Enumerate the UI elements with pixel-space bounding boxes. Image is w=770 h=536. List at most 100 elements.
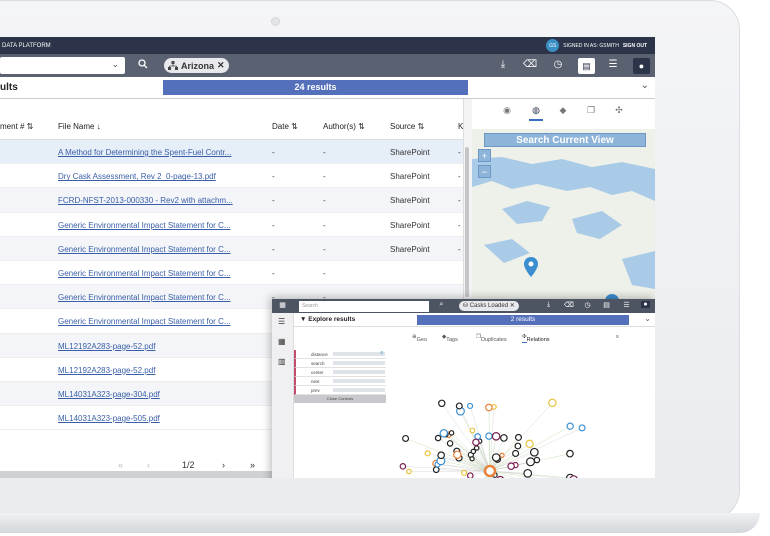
search-icon[interactable] [136,59,150,72]
relations-graph[interactable] [392,347,655,478]
upload-icon[interactable]: ⤓ [496,59,510,70]
eraser-icon[interactable]: ⌫ [564,301,574,309]
user-icon[interactable]: ● [641,301,650,308]
col-doc-number[interactable]: ment # ⇅ [0,122,33,131]
graph-control-row[interactable]: search [294,359,386,368]
search-current-view-button[interactable]: Search Current View [484,133,646,147]
tab-more[interactable]: s [616,334,619,340]
file-name-link[interactable]: Dry Cask Assessment, Rev 2_0-page-13.pdf [58,172,216,181]
table-row[interactable]: Generic Environmental Impact Statement f… [0,261,464,286]
search-icon[interactable]: ⌕ [437,301,446,309]
file-name-link[interactable]: Generic Environmental Impact Statement f… [58,317,231,326]
graph-hub-node[interactable] [483,464,497,478]
inset-filter-chip[interactable]: ⛁ Casks Loaded ✕ [459,301,519,311]
graph-node[interactable] [566,422,574,430]
col-source[interactable]: Source ⇅ [390,122,424,131]
graph-node[interactable] [500,434,508,442]
graph-node[interactable] [424,450,431,457]
explore-title[interactable]: ▼ Explore results [300,316,355,323]
graph-node[interactable] [406,468,412,475]
next-page-button[interactable]: › [222,460,225,470]
graph-node[interactable] [525,439,534,449]
filter-chip[interactable]: Arizona ✕ [164,58,229,73]
graph-node[interactable] [438,399,446,408]
history-icon[interactable]: ◷ [551,59,565,70]
file-name-link[interactable]: Generic Environmental Impact Statement f… [58,245,231,254]
graph-control-slider[interactable]: 0 [333,350,385,356]
graph-node[interactable] [507,462,515,470]
tab-geo[interactable]: ⊕ Geo [412,334,427,343]
chevron-down-icon[interactable]: ⌄ [111,59,119,70]
graph-node[interactable] [439,429,448,438]
graph-node[interactable] [453,450,462,460]
list-icon[interactable]: ☰ [622,301,631,309]
graph-control-slider[interactable] [333,388,385,392]
graph-node[interactable] [472,438,480,447]
graph-node[interactable] [485,432,493,440]
close-controls-button[interactable]: Close Controls [294,395,386,403]
graph-node[interactable] [448,430,455,436]
tab-tags[interactable]: ◆ Tags [442,334,458,343]
graph-node[interactable] [525,457,536,467]
graph-node[interactable] [470,448,477,455]
graph-control-slider[interactable] [333,361,385,365]
graph-node[interactable] [499,452,505,458]
eye-icon[interactable]: ◉ [500,105,514,116]
graph-node[interactable] [399,463,407,470]
file-name-link[interactable]: Generic Environmental Impact Statement f… [58,293,231,302]
chevron-down-icon[interactable]: ⌄ [641,80,649,91]
graph-node[interactable] [485,403,493,412]
table-row[interactable]: Generic Environmental Impact Statement f… [0,236,464,261]
graph-node[interactable] [514,442,522,450]
map-pin-icon[interactable] [524,257,538,277]
graph-node[interactable] [529,447,539,457]
first-page-button[interactable]: « [118,460,123,470]
col-file-name[interactable]: File Name ↓ [58,122,101,131]
graph-node[interactable] [466,472,474,478]
table-row[interactable]: Dry Cask Assessment, Rev 2_0-page-13.pdf… [0,164,464,189]
file-name-link[interactable]: Generic Environmental Impact Statement f… [58,221,231,230]
graph-control-row[interactable]: prev [294,386,386,395]
history-icon[interactable]: ◷ [583,301,592,309]
graph-node[interactable] [446,440,454,447]
graph-node[interactable] [466,402,474,410]
graph-node[interactable] [460,469,468,476]
graph-node[interactable] [523,468,533,478]
grid-icon[interactable]: ▦ [278,301,287,309]
graph-node[interactable] [514,433,522,441]
graph-node[interactable] [569,475,578,478]
sign-out-link[interactable]: SIGN OUT [623,43,647,49]
graph-control-row[interactable]: distance 0 [294,350,386,359]
table-row[interactable]: FCRD-NFST-2013-000330 - Rev2 with attach… [0,188,464,213]
list-icon[interactable]: ☰ [606,59,620,70]
graph-node[interactable] [437,451,445,460]
file-name-link[interactable]: FCRD-NFST-2013-000330 - Rev2 with attach… [58,196,233,205]
table-row[interactable]: Generic Environmental Impact Statement f… [0,213,464,237]
graph-node[interactable] [455,402,463,410]
map-view[interactable]: Search Current View + − [472,129,655,309]
graph-node[interactable] [566,449,574,458]
inset-search-input[interactable]: Search [299,301,429,312]
graph-control-row[interactable]: center [294,368,386,377]
search-input[interactable]: ⌄ [0,57,125,74]
graph-node[interactable] [512,449,520,458]
graph-control-slider[interactable] [333,379,385,383]
graph-node[interactable] [469,456,475,462]
graph-node[interactable] [491,432,501,441]
file-name-link[interactable]: ML12192A283-page-52.pdf [58,342,155,351]
table-row[interactable]: A Method for Determining the Spent-Fuel … [0,140,464,165]
graph-node[interactable] [533,456,541,464]
tab-relations[interactable]: ✣ Relations [522,334,550,343]
save-icon[interactable]: ▤ [578,58,595,74]
col-date[interactable]: Date ⇅ [272,122,298,131]
zoom-in-button[interactable]: + [478,149,491,162]
tab-duplicates[interactable]: ❐ Duplicates [476,334,507,343]
zoom-out-button[interactable]: − [478,165,491,178]
save-icon[interactable]: ▤ [602,301,611,309]
tag-icon[interactable]: ◆ [556,105,570,116]
graph-node[interactable] [434,434,442,442]
graph-node[interactable] [474,433,482,440]
graph-node[interactable] [578,424,586,432]
upload-icon[interactable]: ⤓ [544,301,553,309]
graph-control-row[interactable]: next [294,377,386,386]
